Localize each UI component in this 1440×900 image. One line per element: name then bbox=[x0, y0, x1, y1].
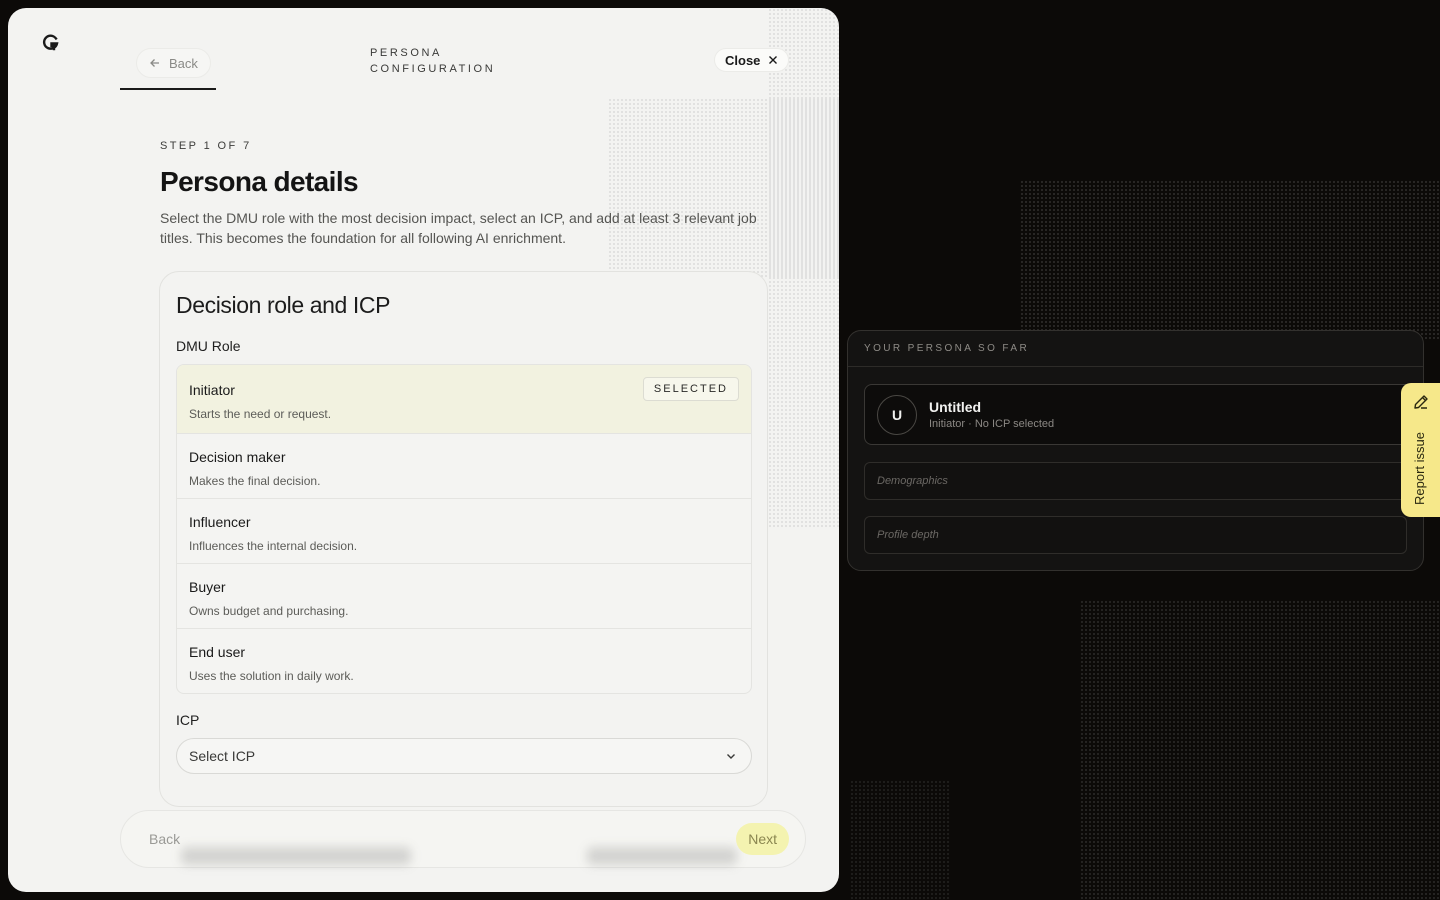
role-option-end-user[interactable]: End user Uses the solution in daily work… bbox=[177, 629, 751, 693]
avatar: U bbox=[877, 394, 917, 435]
close-icon bbox=[769, 56, 778, 64]
role-option-buyer[interactable]: Buyer Owns budget and purchasing. bbox=[177, 564, 751, 629]
panel-noise bbox=[768, 8, 839, 528]
page-title: Persona details bbox=[160, 166, 359, 197]
persona-summary-card: YOUR PERSONA SO FAR U Untitled Initiator… bbox=[847, 330, 1424, 571]
selected-badge: SELECTED bbox=[642, 377, 739, 401]
role-option-decision-maker[interactable]: Decision maker Makes the final decision. bbox=[177, 434, 751, 499]
page-header-title: PERSONA CONFIGURATION bbox=[370, 47, 496, 75]
page-description: Select the DMU role with the most decisi… bbox=[160, 210, 757, 246]
role-option-initiator[interactable]: Initiator Starts the need or request. SE… bbox=[177, 365, 751, 434]
wizard-footer: Back Next bbox=[120, 810, 806, 868]
blurred-content bbox=[181, 847, 411, 865]
footer-back-button[interactable]: Back bbox=[149, 831, 180, 847]
card-title: Decision role and ICP bbox=[176, 292, 391, 318]
close-button[interactable]: Close bbox=[714, 48, 790, 72]
dmu-role-list: Initiator Starts the need or request. SE… bbox=[176, 364, 752, 694]
next-button[interactable]: Next bbox=[736, 823, 789, 855]
report-issue-button[interactable]: Report issue bbox=[1401, 383, 1440, 517]
background-noise bbox=[850, 780, 950, 900]
blurred-content bbox=[587, 847, 737, 865]
report-issue-label: Report issue bbox=[1412, 432, 1427, 505]
summary-heading: YOUR PERSONA SO FAR bbox=[848, 331, 1423, 367]
role-name: Influencer bbox=[189, 514, 251, 530]
role-description: Starts the need or request. bbox=[189, 407, 332, 421]
role-name: Decision maker bbox=[189, 449, 286, 465]
icp-label: ICP bbox=[176, 712, 200, 728]
arrow-left-icon bbox=[150, 59, 159, 67]
back-button[interactable]: Back bbox=[136, 48, 211, 78]
persona-config-modal: Back PERSONA CONFIGURATION Close STEP 1 … bbox=[8, 8, 839, 892]
step-indicator: STEP 1 OF 7 bbox=[160, 140, 252, 152]
icp-select[interactable]: Select ICP bbox=[176, 738, 752, 774]
role-description: Owns budget and purchasing. bbox=[189, 604, 349, 618]
panel-noise bbox=[608, 98, 839, 278]
persona-name: Untitled bbox=[929, 399, 982, 415]
role-description: Uses the solution in daily work. bbox=[189, 669, 354, 683]
role-name: Buyer bbox=[189, 579, 226, 595]
app-logo-icon bbox=[42, 34, 59, 51]
profile-depth-field: Profile depth bbox=[864, 516, 1407, 554]
pencil-icon bbox=[1414, 395, 1428, 409]
persona-subtitle: Initiator · No ICP selected bbox=[929, 418, 1055, 430]
icp-select-value: Select ICP bbox=[189, 748, 256, 764]
decision-role-card: Decision role and ICP DMU Role Initiator… bbox=[159, 271, 768, 807]
dmu-role-label: DMU Role bbox=[176, 338, 241, 354]
background-noise bbox=[1080, 600, 1440, 900]
close-button-label: Close bbox=[725, 52, 761, 68]
back-button-label: Back bbox=[169, 55, 198, 71]
active-tab-underline bbox=[120, 88, 216, 90]
demographics-field: Demographics bbox=[864, 462, 1407, 500]
chevron-down-icon bbox=[727, 754, 735, 759]
role-option-influencer[interactable]: Influencer Influences the internal decis… bbox=[177, 499, 751, 564]
role-description: Influences the internal decision. bbox=[189, 539, 358, 553]
role-name: End user bbox=[189, 644, 246, 660]
background-noise bbox=[1020, 180, 1440, 340]
persona-preview: U Untitled Initiator · No ICP selected bbox=[864, 384, 1423, 445]
role-description: Makes the final decision. bbox=[189, 474, 321, 488]
